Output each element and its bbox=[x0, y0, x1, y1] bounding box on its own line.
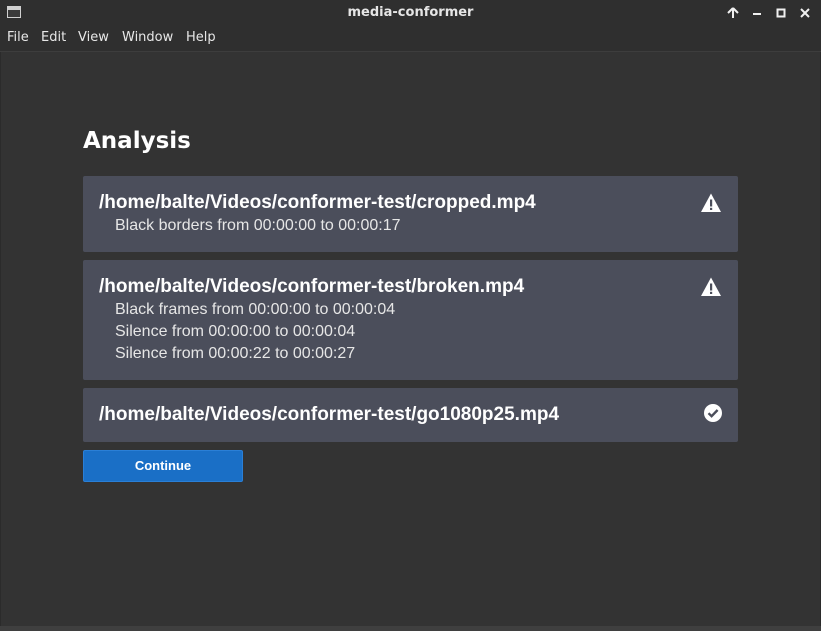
menu-file[interactable]: File bbox=[7, 30, 29, 45]
page-title: Analysis bbox=[83, 128, 191, 154]
issue-line: Silence from 00:00:00 to 00:00:04 bbox=[115, 323, 356, 340]
menu-edit[interactable]: Edit bbox=[41, 30, 66, 45]
result-card-cropped: /home/balte/Videos/conformer-test/croppe… bbox=[83, 176, 738, 252]
issue-line: Black frames from 00:00:00 to 00:00:04 bbox=[115, 301, 396, 318]
file-path: /home/balte/Videos/conformer-test/go1080… bbox=[99, 404, 560, 425]
continue-button[interactable]: Continue bbox=[83, 450, 243, 482]
window-bottom-edge bbox=[0, 626, 821, 631]
window-title: media-conformer bbox=[347, 5, 474, 20]
warning-icon bbox=[700, 276, 722, 298]
file-path: /home/balte/Videos/conformer-test/croppe… bbox=[99, 192, 536, 213]
issue-line: Silence from 00:00:22 to 00:00:27 bbox=[115, 345, 356, 362]
warning-icon bbox=[700, 192, 722, 214]
check-circle-icon bbox=[703, 403, 723, 423]
result-card-broken: /home/balte/Videos/conformer-test/broken… bbox=[83, 260, 738, 380]
maximize-icon[interactable] bbox=[772, 4, 790, 22]
file-path: /home/balte/Videos/conformer-test/broken… bbox=[99, 276, 525, 297]
close-icon[interactable] bbox=[796, 4, 814, 22]
menu-bar: File Edit View Window Help bbox=[0, 26, 821, 52]
menu-window[interactable]: Window bbox=[122, 30, 173, 45]
menu-view[interactable]: View bbox=[78, 30, 109, 45]
title-bar: media-conformer bbox=[0, 0, 821, 26]
menu-help[interactable]: Help bbox=[186, 30, 216, 45]
issue-line: Black borders from 00:00:00 to 00:00:17 bbox=[115, 217, 401, 234]
result-card-go1080p25: /home/balte/Videos/conformer-test/go1080… bbox=[83, 388, 738, 442]
minimize-icon[interactable] bbox=[748, 4, 766, 22]
up-arrow-icon[interactable] bbox=[724, 4, 742, 22]
